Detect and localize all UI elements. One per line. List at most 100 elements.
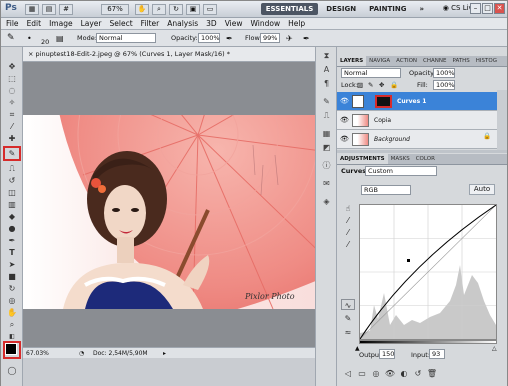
- black-point-eyedropper-icon[interactable]: ⁄: [341, 215, 355, 226]
- history-brush-tool-icon[interactable]: ↺: [5, 175, 19, 186]
- shape-tool-icon[interactable]: ■: [5, 271, 19, 282]
- menu-analysis[interactable]: Analysis: [167, 18, 198, 29]
- smooth-curve-icon[interactable]: ≈: [341, 327, 355, 338]
- 3d-icon[interactable]: ◈: [321, 197, 332, 207]
- return-to-list-icon[interactable]: ◁: [341, 368, 355, 379]
- menu-help[interactable]: Help: [288, 18, 305, 29]
- swatches-icon[interactable]: ▦: [321, 129, 332, 139]
- menu-filter[interactable]: Filter: [141, 18, 160, 29]
- on-image-adjust-icon[interactable]: ☝: [341, 203, 355, 214]
- zoom-icon[interactable]: ⌕: [152, 4, 166, 15]
- blend-mode-select[interactable]: Normal: [341, 68, 401, 78]
- paragraph-icon[interactable]: ¶: [321, 79, 332, 89]
- channel-select[interactable]: RGB: [361, 185, 411, 195]
- styles-icon[interactable]: ◩: [321, 143, 332, 153]
- brush-preset-icon[interactable]: •: [27, 34, 32, 43]
- gradient-tool-icon[interactable]: ▥: [5, 199, 19, 210]
- eraser-tool-icon[interactable]: ◫: [5, 187, 19, 198]
- layers-scrollbar[interactable]: [497, 90, 507, 150]
- arrange-documents-icon[interactable]: ▣: [186, 4, 200, 15]
- point-edit-icon[interactable]: ∿: [341, 299, 355, 310]
- layer-copia[interactable]: 👁 Copia: [337, 111, 497, 130]
- pencil-draw-icon[interactable]: ✎: [341, 313, 355, 324]
- layer-mask-thumbnail[interactable]: [375, 95, 392, 108]
- input-field[interactable]: 93: [429, 349, 445, 359]
- workspace-design[interactable]: DESIGN: [321, 3, 361, 15]
- pen-tool-icon[interactable]: ✒: [5, 235, 19, 246]
- layer-opacity-field[interactable]: 100%: [433, 68, 455, 78]
- path-selection-tool-icon[interactable]: ➤: [5, 259, 19, 270]
- fill-field[interactable]: 100%: [433, 80, 455, 90]
- hand-icon[interactable]: ✋: [135, 4, 149, 15]
- workspace-essentials[interactable]: ESSENTIALS: [260, 3, 319, 15]
- marquee-tool-icon[interactable]: ⬚: [5, 73, 19, 84]
- gray-point-eyedropper-icon[interactable]: ⁄: [341, 227, 355, 238]
- lock-paint-icon[interactable]: ✎: [368, 81, 373, 90]
- white-input-slider-icon[interactable]: △: [492, 344, 497, 353]
- tab-color[interactable]: COLOR: [413, 154, 438, 164]
- mode-select[interactable]: Normal: [96, 33, 156, 43]
- tab-masks[interactable]: MASKS: [388, 154, 413, 164]
- curves-graph[interactable]: [359, 204, 497, 340]
- 3d-orbit-tool-icon[interactable]: ◎: [5, 295, 19, 306]
- visibility-eye-icon[interactable]: 👁: [340, 135, 349, 143]
- rotate-view-icon[interactable]: ↻: [169, 4, 183, 15]
- quick-mask-icon[interactable]: ◯: [5, 365, 19, 376]
- bridge-icon[interactable]: ▦: [25, 4, 39, 15]
- reset-adjustment-icon[interactable]: ↺: [411, 368, 425, 379]
- menu-3d[interactable]: 3D: [206, 18, 217, 29]
- history-icon[interactable]: ⧗: [321, 51, 332, 61]
- 3d-rotate-tool-icon[interactable]: ↻: [5, 283, 19, 294]
- guides-icon[interactable]: #: [59, 4, 73, 15]
- hand-tool-icon[interactable]: ✋: [5, 307, 19, 318]
- delete-adjustment-icon[interactable]: 🗑: [425, 368, 439, 379]
- white-point-eyedropper-icon[interactable]: ⁄: [341, 239, 355, 250]
- clone-source-icon[interactable]: ⎍: [321, 111, 332, 121]
- menu-file[interactable]: File: [6, 18, 19, 29]
- curves-preset-select[interactable]: Custom: [365, 166, 437, 176]
- lasso-tool-icon[interactable]: ◌: [5, 85, 19, 96]
- type-tool-icon[interactable]: T: [5, 247, 19, 258]
- document-image[interactable]: Pixlor Photo: [23, 115, 315, 309]
- tab-layers[interactable]: LAYERS: [337, 56, 367, 66]
- screen-mode-icon[interactable]: ▭: [203, 4, 217, 15]
- mini-bridge-icon[interactable]: ▤: [42, 4, 56, 15]
- brush-panel-icon[interactable]: ▤: [56, 34, 64, 43]
- menu-window[interactable]: Window: [251, 18, 281, 29]
- minimize-icon[interactable]: –: [470, 3, 481, 14]
- auto-button[interactable]: Auto: [469, 184, 495, 195]
- zoom-level-select[interactable]: 67%: [101, 4, 129, 15]
- pressure-opacity-icon[interactable]: ✒: [226, 34, 233, 43]
- tab-navigator[interactable]: NAVIGA: [366, 56, 393, 66]
- flow-field[interactable]: 99%: [260, 33, 280, 43]
- lock-move-icon[interactable]: ✥: [379, 81, 384, 90]
- tab-channels[interactable]: CHANNE: [420, 56, 449, 66]
- previous-state-icon[interactable]: ◐: [397, 368, 411, 379]
- output-field[interactable]: 150: [379, 349, 395, 359]
- document-tab[interactable]: × pinuptest18-Edit-2.jpeg @ 67% (Curves …: [23, 47, 315, 62]
- eyedropper-tool-icon[interactable]: ⁄: [5, 121, 19, 132]
- close-icon[interactable]: ✕: [494, 3, 505, 14]
- move-tool-icon[interactable]: ✥: [5, 61, 19, 72]
- tab-actions[interactable]: ACTION: [393, 56, 420, 66]
- lock-transparency-icon[interactable]: ▨: [357, 81, 363, 90]
- crop-tool-icon[interactable]: ⌗: [5, 109, 19, 120]
- notes-icon[interactable]: ✉: [321, 179, 332, 189]
- workspace-more-button[interactable]: »: [414, 3, 429, 15]
- workspace-painting[interactable]: PAINTING: [364, 3, 411, 15]
- tab-histogram[interactable]: HISTOG: [473, 56, 500, 66]
- close-doc-icon[interactable]: ×: [28, 50, 33, 58]
- tab-paths[interactable]: PATHS: [450, 56, 473, 66]
- layer-background[interactable]: 👁 Background 🔒: [337, 130, 497, 149]
- zoom-tool-icon[interactable]: ⌕: [5, 319, 19, 330]
- blur-tool-icon[interactable]: ◆: [5, 211, 19, 222]
- toggle-visibility-icon[interactable]: 👁: [383, 368, 397, 379]
- dodge-tool-icon[interactable]: ●: [5, 223, 19, 234]
- clip-to-layer-icon[interactable]: ◎: [369, 368, 383, 379]
- pressure-size-icon[interactable]: ✒: [303, 34, 310, 43]
- quick-select-tool-icon[interactable]: ✧: [5, 97, 19, 108]
- character-icon[interactable]: A: [321, 65, 332, 75]
- brushes-icon[interactable]: ✎: [321, 97, 332, 107]
- layer-curves-1[interactable]: 👁 Curves 1: [337, 92, 497, 111]
- maximize-icon[interactable]: □: [482, 3, 493, 14]
